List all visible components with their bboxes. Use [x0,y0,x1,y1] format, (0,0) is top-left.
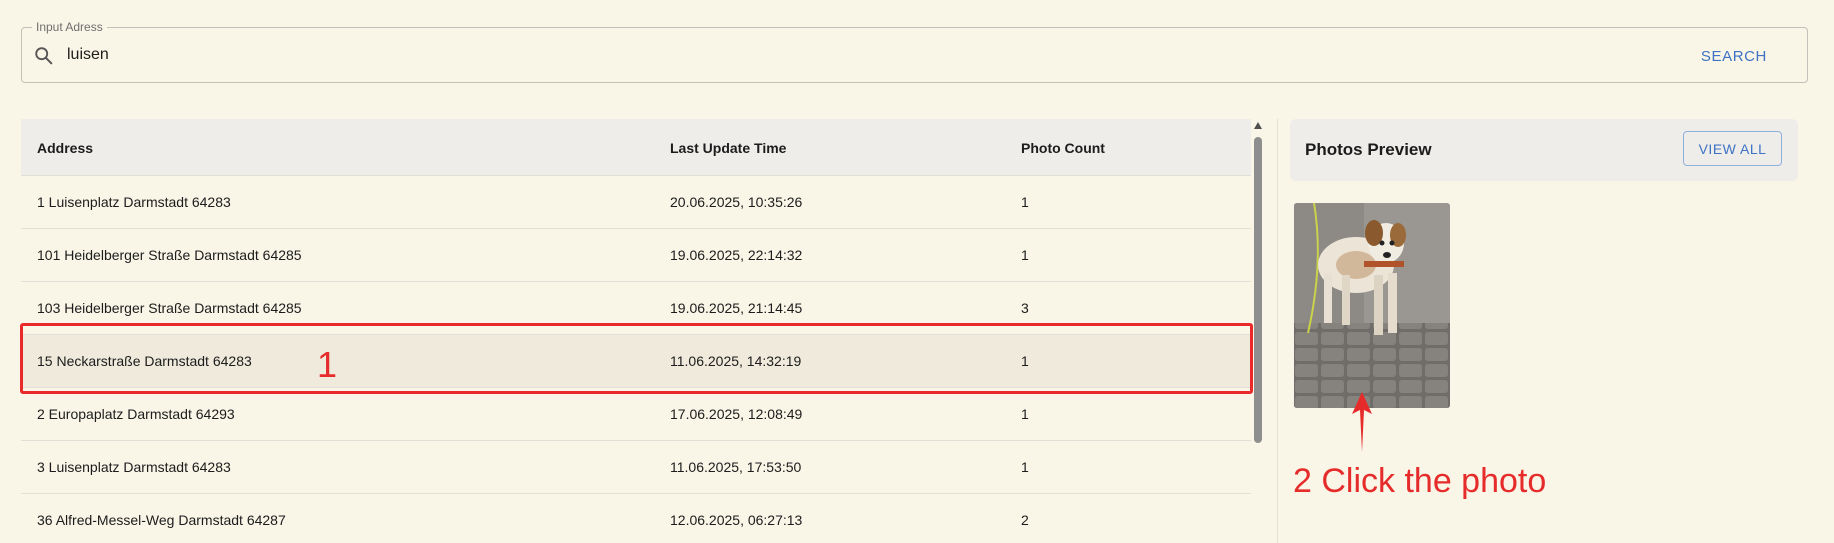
row-last-update-time: 19.06.2025, 21:14:45 [670,300,803,316]
table-scrollbar[interactable] [1252,119,1264,543]
scroll-thumb[interactable] [1254,137,1262,443]
row-photo-count: 1 [1021,194,1029,210]
header-address: Address [37,140,94,156]
step-1-label: 1 [317,344,338,385]
row-photo-count: 1 [1021,406,1029,422]
row-photo-count: 1 [1021,247,1029,263]
table-row[interactable]: 2 Europaplatz Darmstadt 64293 17.06.2025,… [21,388,1251,441]
view-all-button[interactable]: VIEW ALL [1683,131,1782,166]
row-photo-count: 2 [1021,512,1029,528]
step-2-label: 2 Click the photo [1293,462,1547,500]
table-row[interactable]: 101 Heidelberger Straße Darmstadt 64285 1… [21,229,1251,282]
row-address: 3 Luisenplatz Darmstadt 64283 [37,459,231,475]
table-row[interactable]: 3 Luisenplatz Darmstadt 64283 11.06.2025,… [21,441,1251,494]
row-photo-count: 1 [1021,459,1029,475]
panel-divider [1277,119,1278,543]
row-address: 1 Luisenplatz Darmstadt 64283 [37,194,231,210]
step-1-highlight-box [20,323,1253,394]
row-last-update-time: 20.06.2025, 10:35:26 [670,194,803,210]
row-last-update-time: 12.06.2025, 06:27:13 [670,512,803,528]
search-field-legend: Input Adress [32,20,107,34]
row-address: 103 Heidelberger Straße Darmstadt 64285 [37,300,302,316]
row-address: 2 Europaplatz Darmstadt 64293 [37,406,235,422]
row-last-update-time: 17.06.2025, 12:08:49 [670,406,803,422]
address-search-field: Input Adress SEARCH [21,20,1808,83]
row-last-update-time: 19.06.2025, 22:14:32 [670,247,803,263]
scroll-up-arrow-icon[interactable] [1254,122,1262,129]
table-row[interactable]: 1 Luisenplatz Darmstadt 64283 20.06.2025,… [21,176,1251,229]
photos-preview-header: Photos Preview VIEW ALL [1290,119,1798,181]
photos-preview-title: Photos Preview [1305,140,1432,159]
search-input[interactable] [67,42,1367,68]
table-row[interactable]: 36 Alfred-Messel-Weg Darmstadt 64287 12.0… [21,494,1251,543]
search-button[interactable]: SEARCH [1701,44,1767,68]
search-icon [35,47,53,65]
row-address: 101 Heidelberger Straße Darmstadt 64285 [37,247,302,263]
photo-thumbnail[interactable] [1294,203,1450,408]
header-photo-count: Photo Count [1021,140,1105,156]
dog-photo-image [1294,203,1450,408]
arrow-up-icon [1352,392,1372,452]
row-address: 36 Alfred-Messel-Weg Darmstadt 64287 [37,512,286,528]
row-last-update-time: 11.06.2025, 17:53:50 [670,459,802,475]
row-photo-count: 3 [1021,300,1029,316]
page: Input Adress SEARCH Address Last Update … [0,0,1834,543]
header-last-update-time: Last Update Time [670,140,787,156]
table-header-row: Address Last Update Time Photo Count [21,119,1251,176]
